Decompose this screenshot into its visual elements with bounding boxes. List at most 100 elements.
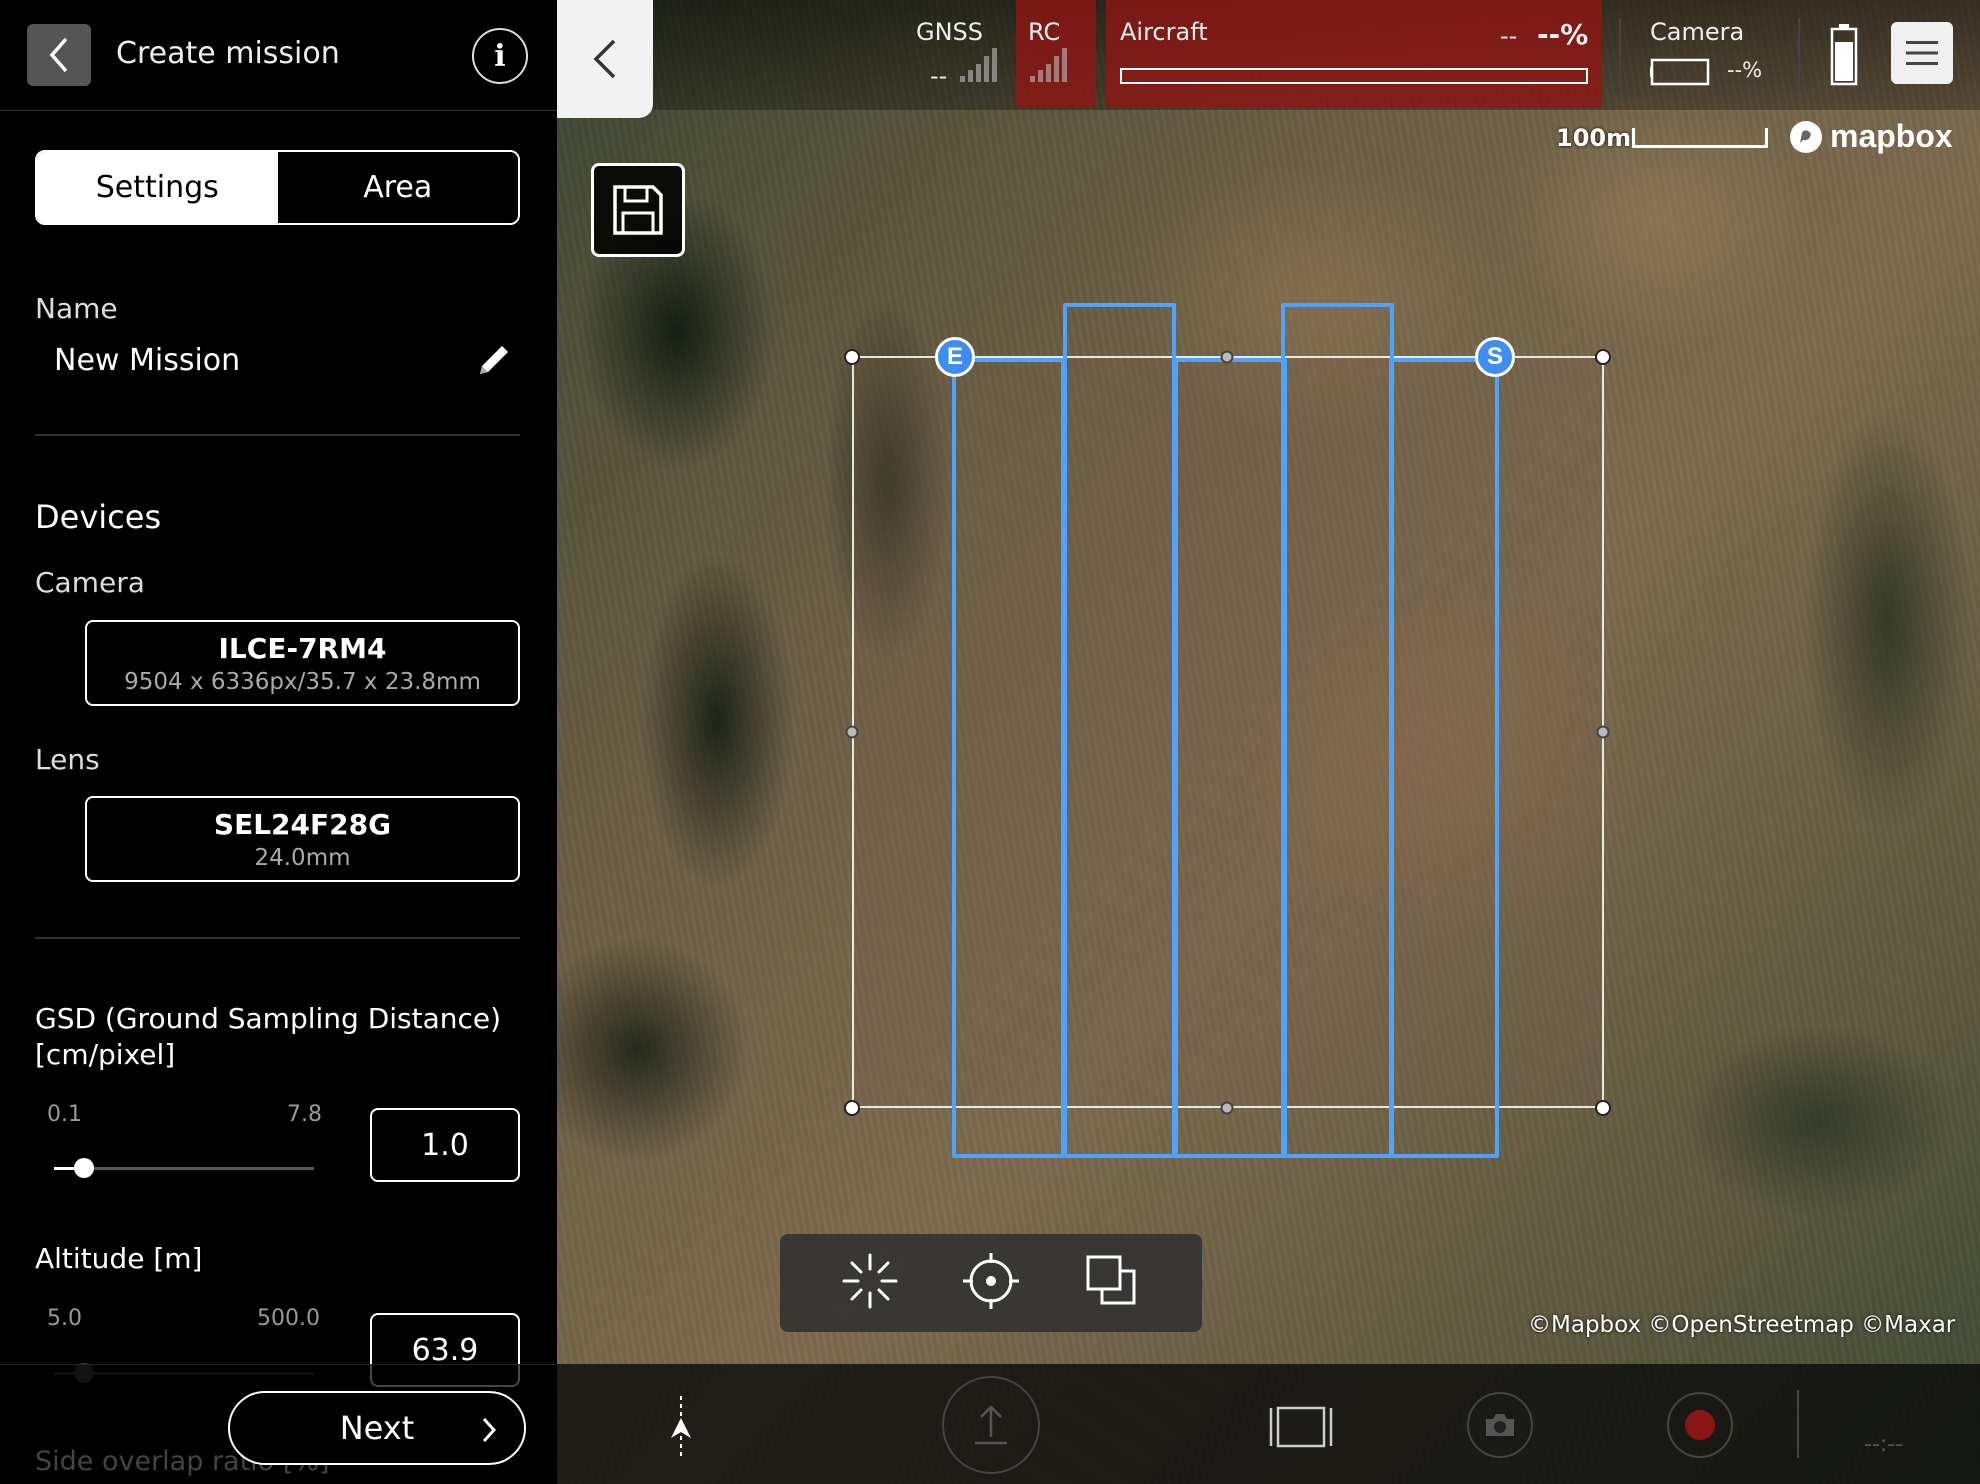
panel-header: Create mission i <box>0 0 557 111</box>
lens-focal-length: 24.0mm <box>254 844 351 871</box>
camera-battery-icon <box>1648 58 1712 90</box>
north-arrow-icon <box>671 1396 691 1458</box>
burst-icon <box>842 1253 898 1309</box>
map-tools-toolbar <box>780 1234 1202 1332</box>
hamburger-icon <box>1906 41 1938 65</box>
edge-midpoint-handle[interactable] <box>1220 1101 1234 1115</box>
flight-lane <box>1174 358 1287 1158</box>
mapbox-logo-text: mapbox <box>1830 118 1953 154</box>
chevron-left-icon <box>593 39 616 79</box>
rc-label: RC <box>1028 18 1061 46</box>
chevron-right-icon <box>482 1417 497 1443</box>
map-scale-label: 100m <box>1556 124 1632 152</box>
chevron-left-icon <box>49 37 68 73</box>
status-divider <box>1619 18 1621 88</box>
status-divider <box>1798 18 1800 88</box>
back-button[interactable] <box>27 24 91 86</box>
edit-name-button[interactable] <box>474 340 514 384</box>
camera-battery-percent: --% <box>1727 58 1763 82</box>
record-icon <box>1685 1410 1715 1440</box>
gsd-max: 7.8 <box>287 1102 322 1127</box>
next-button[interactable]: Next <box>228 1391 526 1465</box>
camera-icon <box>1486 1414 1514 1436</box>
bottom-divider <box>1797 1390 1799 1458</box>
map-attribution: ©Mapbox ©OpenStreetmap ©Maxar <box>1528 1312 1956 1338</box>
gsd-value-input[interactable]: 1.0 <box>370 1108 520 1182</box>
info-icon: i <box>494 38 506 74</box>
corner-handle[interactable] <box>1595 349 1611 365</box>
section-divider <box>35 434 520 436</box>
recording-time: --:-- <box>1864 1432 1904 1457</box>
edge-midpoint-handle[interactable] <box>1596 725 1610 739</box>
camera-model: ILCE-7RM4 <box>218 631 387 665</box>
floppy-disk-icon <box>613 185 663 235</box>
edge-midpoint-handle[interactable] <box>845 725 859 739</box>
pencil-icon <box>480 346 508 374</box>
altitude-min: 5.0 <box>47 1306 82 1331</box>
gnss-signal-icon <box>960 48 997 82</box>
lens-select-button[interactable]: SEL24F28G 24.0mm <box>85 796 520 882</box>
flight-lane <box>1063 303 1176 1158</box>
mapbox-icon <box>1790 120 1822 153</box>
lens-model: SEL24F28G <box>213 807 392 841</box>
end-waypoint[interactable]: E <box>935 337 975 377</box>
altitude-label: Altitude [m] <box>35 1242 203 1275</box>
aircraft-status-alert <box>1106 0 1602 108</box>
menu-button[interactable] <box>1891 22 1953 84</box>
settings-area-toggle: Settings Area <box>35 150 520 225</box>
save-button[interactable] <box>591 163 685 257</box>
mission-name-field[interactable]: New Mission <box>54 343 240 378</box>
collapse-panel-button[interactable] <box>557 0 653 118</box>
compass-button[interactable] <box>660 1392 702 1462</box>
section-divider <box>35 937 520 939</box>
layers-button[interactable] <box>1082 1251 1142 1315</box>
camera-status-label: Camera <box>1650 18 1745 46</box>
altitude-max: 500.0 <box>257 1306 320 1331</box>
page-title: Create mission <box>116 36 340 71</box>
flight-lane <box>952 358 1065 1158</box>
gsd-unit-label: [cm/pixel] <box>35 1038 176 1071</box>
tab-settings[interactable]: Settings <box>37 152 278 223</box>
aircraft-dash: -- <box>1500 22 1518 50</box>
name-label: Name <box>35 292 118 325</box>
rc-signal-icon <box>1030 48 1067 82</box>
aircraft-percent: --% <box>1537 18 1589 51</box>
frame-icon <box>1269 1406 1333 1448</box>
pattern-button[interactable] <box>840 1251 900 1315</box>
gsd-min: 0.1 <box>47 1102 82 1127</box>
gsd-label: GSD (Ground Sampling Distance) <box>35 1002 502 1035</box>
devices-heading: Devices <box>35 498 162 536</box>
corner-handle[interactable] <box>1595 1100 1611 1116</box>
record-button[interactable] <box>1667 1392 1733 1458</box>
start-waypoint[interactable]: S <box>1475 337 1515 377</box>
camera-select-button[interactable]: ILCE-7RM4 9504 x 6336px/35.7 x 23.8mm <box>85 620 520 706</box>
flight-lane <box>1389 358 1499 1158</box>
map-view[interactable]: E S <box>557 0 1980 1484</box>
mission-settings-panel: Create mission i Settings Area Name New … <box>0 0 557 1484</box>
corner-handle[interactable] <box>844 1100 860 1116</box>
locate-button[interactable] <box>961 1251 1021 1315</box>
aspect-ratio-button[interactable] <box>1268 1404 1334 1450</box>
flight-lane <box>1281 303 1394 1158</box>
upload-icon <box>975 1405 1007 1445</box>
gnss-label: GNSS <box>916 18 984 46</box>
photo-capture-button[interactable] <box>1467 1392 1533 1458</box>
lens-label: Lens <box>35 743 100 776</box>
camera-label: Camera <box>35 566 145 599</box>
gnss-value: -- <box>930 62 948 90</box>
info-button[interactable]: i <box>472 28 528 84</box>
device-battery-icon <box>1830 24 1858 90</box>
layers-icon <box>1086 1255 1136 1305</box>
crosshair-icon <box>962 1253 1019 1309</box>
gsd-slider-thumb[interactable] <box>74 1158 94 1178</box>
upload-mission-button[interactable] <box>942 1376 1040 1474</box>
next-label: Next <box>339 1409 415 1447</box>
tab-area[interactable]: Area <box>277 152 518 223</box>
camera-spec: 9504 x 6336px/35.7 x 23.8mm <box>124 668 481 695</box>
corner-handle[interactable] <box>844 349 860 365</box>
edge-midpoint-handle[interactable] <box>1220 350 1234 364</box>
mapbox-logo: mapbox <box>1788 118 1953 155</box>
aircraft-battery-bar <box>1120 68 1588 84</box>
map-scale-bar <box>1632 128 1768 148</box>
aircraft-label: Aircraft <box>1120 18 1208 46</box>
